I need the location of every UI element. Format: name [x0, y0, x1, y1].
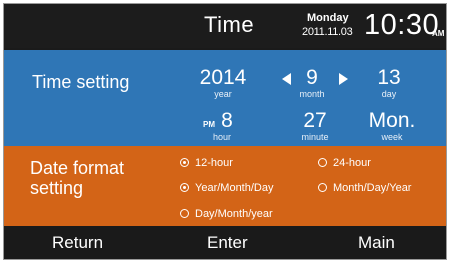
date-format-label-line2: setting	[30, 178, 84, 198]
day-field[interactable]: 13 day	[366, 66, 412, 100]
minute-field[interactable]: 27 minute	[292, 109, 338, 143]
page-title: Time	[204, 12, 255, 37]
year-field[interactable]: 2014 year	[196, 66, 250, 100]
option-12-hour[interactable]: 12-hour	[180, 157, 233, 170]
header-bar: Time Monday 2011.11.03 10:30 AM	[4, 4, 446, 48]
minute-value: 27	[303, 109, 327, 132]
hour-unit: hour	[212, 132, 231, 142]
radio-icon	[180, 209, 189, 218]
date-format-panel: Date format setting 12-hour 24-hour Year…	[4, 146, 446, 226]
option-year-month-day[interactable]: Year/Month/Day	[180, 182, 273, 195]
month-value: 9	[306, 66, 318, 89]
hour-value: 8	[221, 109, 233, 132]
month-increase-arrow-icon[interactable]	[339, 73, 348, 85]
option-label: 24-hour	[333, 157, 371, 169]
option-month-day-year[interactable]: Month/Day/Year	[318, 182, 411, 195]
return-button[interactable]: Return	[52, 233, 103, 253]
month-unit: month	[299, 89, 325, 99]
date-format-label-line1: Date format	[30, 158, 125, 178]
day-value: 13	[377, 66, 401, 89]
month-decrease-arrow-icon[interactable]	[282, 73, 291, 85]
option-day-month-year[interactable]: Day/Month/year	[180, 208, 273, 221]
radio-icon	[180, 158, 189, 167]
enter-button[interactable]: Enter	[207, 233, 248, 253]
option-label: 12-hour	[195, 157, 233, 169]
week-value: Mon.	[368, 109, 416, 132]
current-time: 10:30	[364, 9, 440, 41]
main-button[interactable]: Main	[358, 233, 395, 253]
current-date: 2011.11.03	[302, 26, 353, 38]
option-label: Month/Day/Year	[333, 182, 412, 194]
option-label: Year/Month/Day	[195, 182, 274, 194]
option-label: Day/Month/year	[195, 208, 273, 220]
month-field[interactable]: 9 month	[292, 66, 332, 100]
current-day-of-week: Monday	[307, 12, 349, 24]
minute-unit: minute	[301, 132, 329, 142]
hour-field[interactable]: 8 hour	[202, 109, 242, 143]
date-format-label: Date format setting	[30, 158, 124, 198]
option-24-hour[interactable]: 24-hour	[318, 157, 371, 170]
current-ampm: AM	[432, 29, 445, 38]
radio-icon	[318, 158, 327, 167]
radio-icon	[180, 183, 189, 192]
time-setting-panel: Time setting 2014 year 9 month 13 day PM…	[4, 50, 446, 146]
year-value: 2014	[199, 66, 247, 89]
week-unit: week	[381, 132, 403, 142]
footer-bar: Return Enter Main	[4, 226, 446, 259]
radio-icon	[318, 183, 327, 192]
year-unit: year	[214, 89, 232, 99]
week-field[interactable]: Mon. week	[362, 109, 422, 143]
time-setting-label: Time setting	[32, 72, 130, 92]
time-settings-screen: Time Monday 2011.11.03 10:30 AM Time set…	[3, 3, 447, 260]
day-unit: day	[381, 89, 397, 99]
